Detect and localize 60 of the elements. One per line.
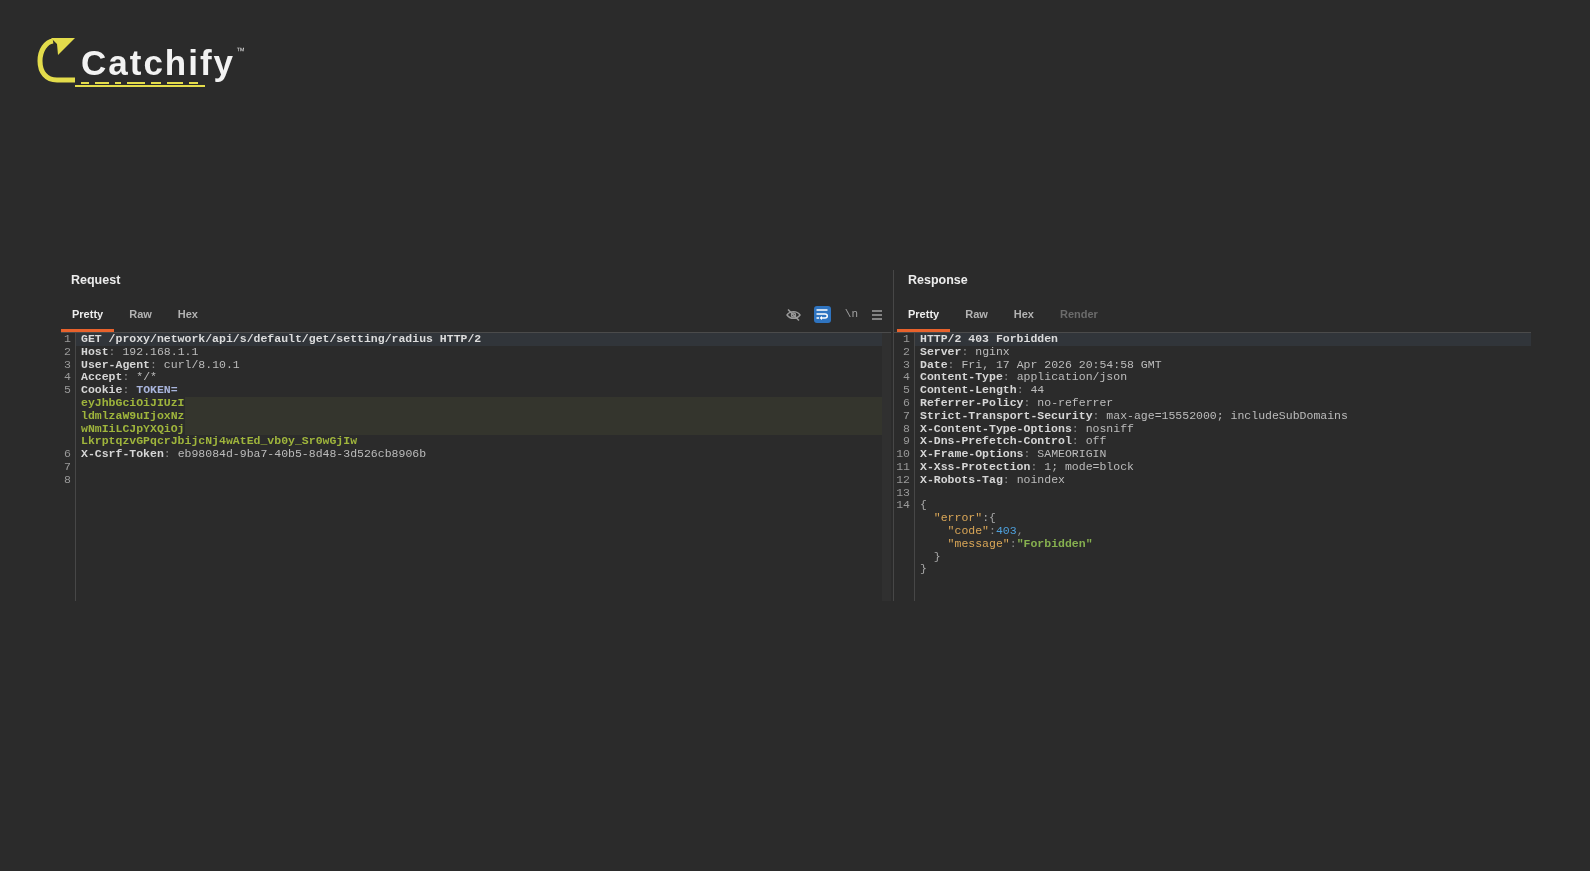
code-line: }: [932, 550, 941, 564]
code-line: X-Csrf-Token: eb98084d-9ba7-40b5-8d48-3d526cb8906b: [80, 448, 427, 461]
hook-icon: [37, 38, 75, 84]
code-line: X-Xss-Protection: 1; mode=block: [919, 460, 1134, 474]
code-line: X-Frame-Options: SAMEORIGIN: [919, 448, 1107, 461]
line-number: 12: [894, 473, 915, 487]
code-line: X-Dns-Prefetch-Control: off: [919, 435, 1107, 449]
code-line: "message":"Forbidden": [946, 537, 1093, 551]
logo-wordmark: Catchify: [81, 45, 236, 81]
line-number: 9: [894, 435, 915, 449]
code-line: Date: Fri, 17 Apr 2026 20:54:58 GMT: [919, 358, 1162, 372]
tab[interactable]: Hex: [1002, 300, 1045, 332]
line-number: 4: [894, 371, 915, 385]
code-line: Cookie: TOKEN=: [80, 384, 178, 397]
line-number: 7: [894, 409, 915, 423]
line-number: 2: [61, 345, 76, 359]
code-line: Host: 192.168.1.1: [80, 345, 199, 359]
eye-off-icon: [785, 308, 801, 321]
trademark-sign: ™: [236, 47, 246, 56]
code-line: Accept: */*: [80, 371, 157, 385]
line-number: 8: [61, 473, 76, 487]
scrollbar-track[interactable]: [882, 333, 891, 601]
dotted-line-icon: [75, 82, 205, 87]
code-line: {: [919, 499, 927, 513]
line-number: 8: [894, 422, 915, 436]
panel-title: Response: [907, 271, 969, 289]
line-number: 3: [894, 358, 915, 372]
wrap-lines-icon: [816, 309, 829, 320]
line-number: 5: [61, 384, 76, 397]
code-line: Referrer-Policy: no-referrer: [919, 397, 1114, 410]
line-number: 6: [61, 448, 76, 461]
line-number: 7: [61, 460, 76, 474]
code-line: X-Robots-Tag: noindex: [919, 473, 1065, 487]
line-number: 10: [894, 448, 915, 461]
code-line: }: [919, 563, 927, 577]
code-line: LkrptqzvGPqcrJbijcNj4wAtEd_vb0y_Sr0wGjIw: [80, 435, 358, 449]
line-number: 2: [894, 345, 915, 359]
line-number: 6: [894, 397, 915, 410]
code-line: Server: nginx: [919, 345, 1010, 359]
code-line: Content-Type: application/json: [919, 371, 1128, 385]
menu-icon: [872, 309, 882, 320]
line-number: 4: [61, 371, 76, 385]
wrap-toggle[interactable]: [813, 306, 831, 323]
tab[interactable]: Raw: [954, 300, 999, 332]
code-line: X-Content-Type-Options: nosniff: [919, 422, 1134, 436]
line-number: 14: [894, 499, 915, 513]
code-line: Strict-Transport-Security: max-age=15552000; includeSubDomains: [919, 409, 1348, 423]
newline-toggle[interactable]: \n: [843, 306, 859, 323]
code-line: "code":403,: [946, 524, 1024, 538]
line-number: 13: [894, 486, 915, 500]
hide-toggle[interactable]: [785, 306, 801, 323]
panel-title: Request: [70, 271, 122, 289]
code-line: Content-Length: 44: [919, 384, 1045, 397]
line-number: 11: [894, 460, 915, 474]
line-number: 3: [61, 358, 76, 372]
tab[interactable]: Hex: [166, 300, 209, 332]
line-number: 5: [894, 384, 915, 397]
tab[interactable]: Raw: [118, 300, 163, 332]
code-line: "error":{: [932, 512, 996, 525]
code-line: User-Agent: curl/8.10.1: [80, 358, 240, 372]
